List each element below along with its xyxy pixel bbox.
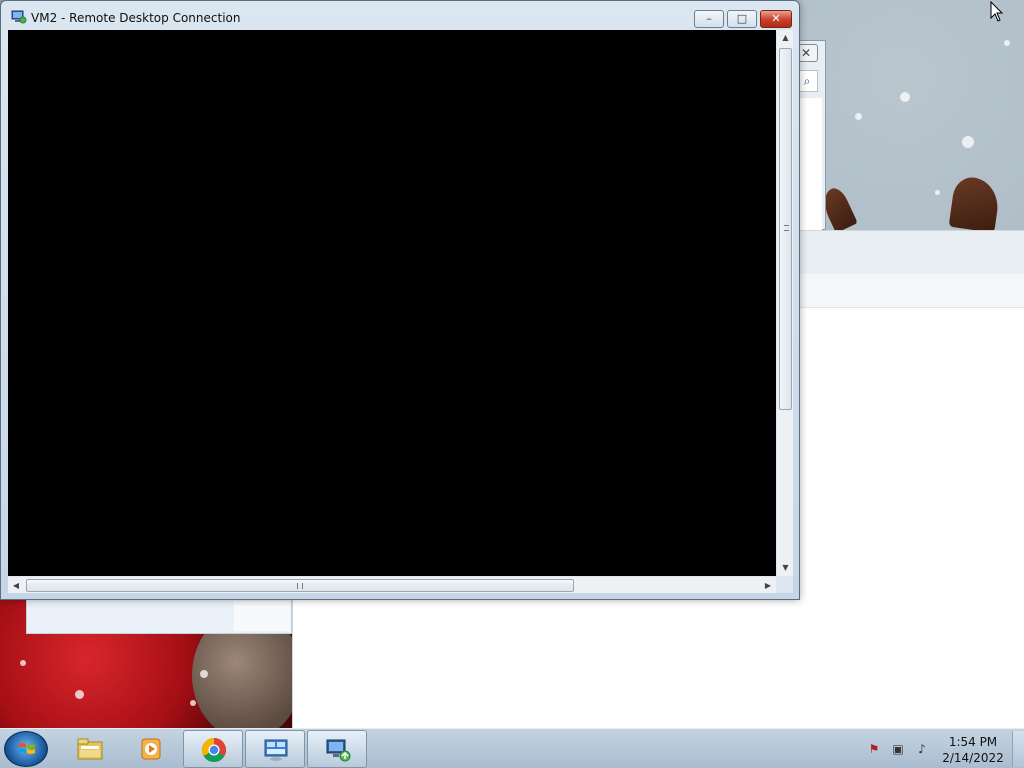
background-window-body-lower <box>292 598 800 728</box>
wallpaper-antler <box>948 175 1002 233</box>
snow-flake <box>20 660 26 666</box>
remote-desktop-window[interactable]: VM2 - Remote Desktop Connection – □ ✕ ▲ … <box>0 0 800 600</box>
maximize-button[interactable]: □ <box>727 10 757 28</box>
snow-flake <box>1004 40 1010 46</box>
taskbar-control-panel[interactable] <box>245 730 305 768</box>
action-center-flag-icon[interactable]: ⚑ <box>866 741 882 757</box>
control-panel-icon <box>264 739 288 761</box>
remote-session-display[interactable] <box>8 30 776 576</box>
windows-logo-icon <box>19 743 35 754</box>
scroll-grip-icon <box>297 583 303 589</box>
snow-flake <box>855 113 862 120</box>
mouse-cursor-icon <box>990 1 1004 22</box>
taskbar-google-chrome[interactable] <box>183 730 243 768</box>
background-window-address-bar <box>800 274 1024 308</box>
remote-desktop-icon <box>326 739 351 762</box>
network-icon[interactable]: ▣ <box>890 741 906 757</box>
snow-flake <box>962 136 974 148</box>
snow-flake <box>900 92 910 102</box>
snow-flake <box>75 690 84 699</box>
vertical-scroll-thumb[interactable] <box>779 48 792 410</box>
taskbar: ⚑ ▣ ♪ 1:54 PM 2/14/2022 <box>0 728 1024 768</box>
horizontal-scroll-thumb[interactable] <box>26 579 574 592</box>
folder-icon <box>77 738 103 760</box>
background-window-strip-inner <box>234 601 290 631</box>
remote-desktop-icon <box>11 10 27 24</box>
taskbar-media-player[interactable] <box>121 730 181 768</box>
vertical-scrollbar[interactable]: ▲ ▼ <box>776 30 793 576</box>
taskbar-remote-desktop-connection[interactable] <box>307 730 367 768</box>
scroll-grip-icon <box>784 225 789 231</box>
chrome-icon <box>201 738 227 763</box>
horizontal-scrollbar[interactable]: ◀ ▶ <box>8 576 776 593</box>
background-window-content <box>800 98 822 230</box>
window-title: VM2 - Remote Desktop Connection <box>31 11 241 25</box>
start-button[interactable] <box>4 731 48 767</box>
media-player-icon <box>141 738 161 760</box>
minimize-button[interactable]: – <box>694 10 724 28</box>
scroll-up-arrow-icon[interactable]: ▲ <box>777 30 794 46</box>
background-window-body <box>800 308 1024 728</box>
snow-flake <box>190 700 196 706</box>
scroll-down-arrow-icon[interactable]: ▼ <box>777 560 794 576</box>
scroll-corner <box>776 576 793 593</box>
scroll-right-arrow-icon[interactable]: ▶ <box>760 577 776 594</box>
taskbar-windows-explorer[interactable] <box>60 730 120 768</box>
clock-time[interactable]: 1:54 PM <box>928 735 1018 749</box>
background-window-toolbar <box>800 230 1024 274</box>
show-desktop-button[interactable] <box>1012 731 1024 767</box>
clock-date[interactable]: 2/14/2022 <box>928 751 1018 765</box>
scroll-left-arrow-icon[interactable]: ◀ <box>8 577 24 594</box>
snow-flake <box>200 670 208 678</box>
close-button[interactable]: ✕ <box>760 10 792 28</box>
snow-flake <box>935 190 940 195</box>
